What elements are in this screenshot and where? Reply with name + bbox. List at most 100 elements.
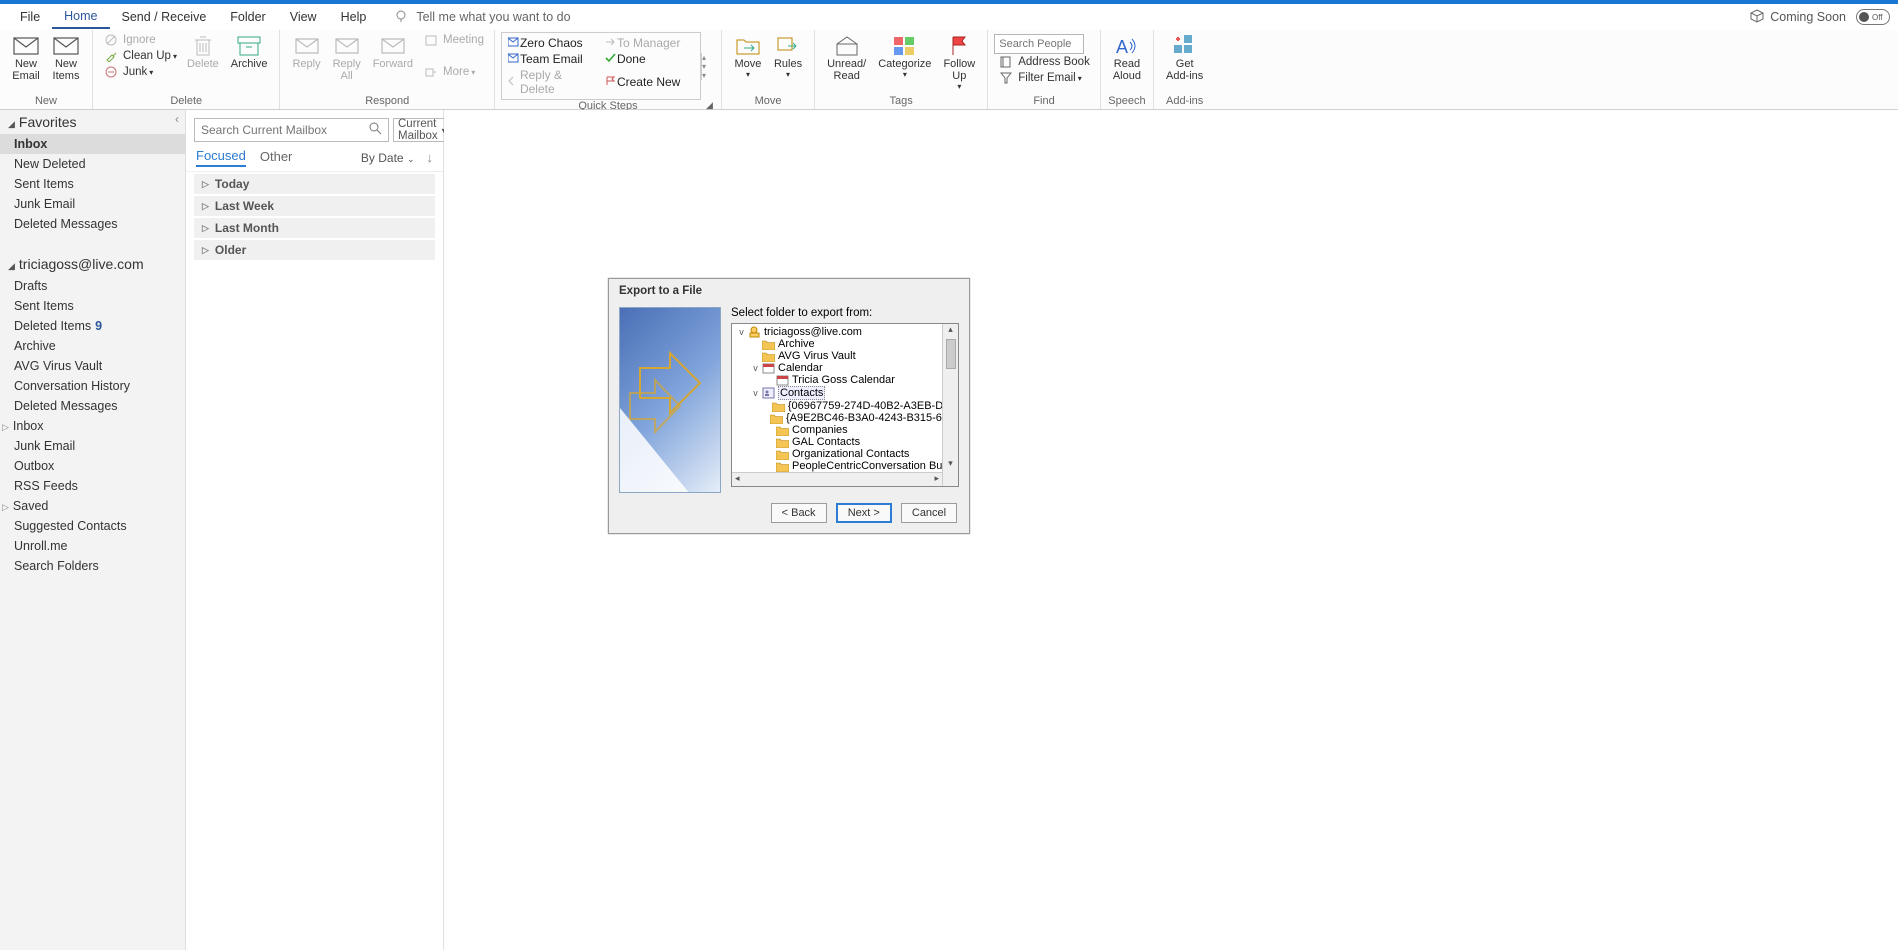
tree-node-label: GAL Contacts <box>792 436 860 448</box>
categorize-button[interactable]: Categorize▾ <box>872 32 937 81</box>
tree-node-calendar[interactable]: vCalendar <box>736 362 956 374</box>
cal-icon <box>775 374 789 386</box>
quick-steps-expand[interactable]: ▴▾▾ <box>701 53 715 80</box>
tree-twisty-icon[interactable]: v <box>736 327 747 337</box>
rules-button[interactable]: Rules▾ <box>768 32 808 81</box>
tree-node-avg-virus-vault[interactable]: AVG Virus Vault <box>736 350 956 362</box>
nav-item-junk-email[interactable]: Junk Email <box>0 194 185 214</box>
tree-node-tricia-goss-calendar[interactable]: Tricia Goss Calendar <box>736 374 956 386</box>
scroll-down-icon[interactable]: ▾ <box>943 458 958 472</box>
tree-node-organizational-contacts[interactable]: Organizational Contacts <box>736 448 956 460</box>
nav-item-suggested-contacts[interactable]: Suggested Contacts <box>0 516 185 536</box>
nav-item-inbox[interactable]: Inbox <box>0 134 185 154</box>
tree-node-companies[interactable]: Companies <box>736 424 956 436</box>
menu-view[interactable]: View <box>278 6 329 28</box>
sort-by-button[interactable]: By Date ⌄ <box>361 151 415 165</box>
back-button[interactable]: < Back <box>771 503 827 523</box>
tree-node-archive[interactable]: Archive <box>736 338 956 350</box>
envelope-icon <box>12 34 40 58</box>
date-group-today[interactable]: Today <box>194 174 435 194</box>
tell-me-search[interactable]: Tell me what you want to do <box>394 9 570 26</box>
nav-item-conversation-history[interactable]: Conversation History <box>0 376 185 396</box>
nav-item-deleted-messages[interactable]: Deleted Messages <box>0 396 185 416</box>
menu-file[interactable]: File <box>8 6 52 28</box>
delete-button[interactable]: Delete <box>181 32 225 72</box>
junk-button[interactable]: Junk▾ <box>99 64 181 80</box>
tree-hscrollbar[interactable]: ◂▸ <box>732 472 942 486</box>
tab-focused[interactable]: Focused <box>196 148 246 167</box>
coming-soon-toggle[interactable]: Off <box>1856 9 1890 25</box>
next-button[interactable]: Next > <box>836 503 892 523</box>
read-aloud-button[interactable]: ARead Aloud <box>1107 32 1147 84</box>
quick-steps-gallery[interactable]: Zero Chaos To Manager Team Email Done Re… <box>501 32 701 100</box>
reply-all-button[interactable]: Reply All <box>327 32 367 84</box>
more-respond-button[interactable]: More▾ <box>419 64 488 80</box>
nav-item-avg-virus-vault[interactable]: AVG Virus Vault <box>0 356 185 376</box>
unread-read-button[interactable]: Unread/ Read <box>821 32 872 84</box>
filter-email-button[interactable]: Filter Email▾ <box>994 70 1094 86</box>
nav-item-new-deleted[interactable]: New Deleted <box>0 154 185 174</box>
cleanup-button[interactable]: Clean Up▾ <box>99 48 181 64</box>
nav-item-sent-items[interactable]: Sent Items <box>0 296 185 316</box>
nav-item-deleted-items[interactable]: Deleted Items9 <box>0 316 185 336</box>
broom-icon <box>103 49 119 63</box>
coming-soon[interactable]: Coming Soon Off <box>1750 9 1890 26</box>
menu-folder[interactable]: Folder <box>218 6 277 28</box>
ignore-button[interactable]: Ignore <box>99 32 181 48</box>
scroll-left-icon[interactable]: ◂ <box>735 473 740 486</box>
tree-twisty-icon[interactable]: v <box>750 388 761 398</box>
sort-direction-icon[interactable]: ↓ <box>427 150 434 165</box>
nav-item-outbox[interactable]: Outbox <box>0 456 185 476</box>
scroll-right-icon[interactable]: ▸ <box>934 473 939 486</box>
tree-node-gal-contacts[interactable]: GAL Contacts <box>736 436 956 448</box>
scroll-thumb[interactable] <box>946 339 956 369</box>
search-icon[interactable] <box>362 121 388 140</box>
meeting-button[interactable]: Meeting <box>419 32 488 48</box>
tree-node-peoplecentricconversatio[interactable]: PeopleCentricConversation Bud <box>736 460 956 472</box>
nav-item-sent-items[interactable]: Sent Items <box>0 174 185 194</box>
scroll-up-icon[interactable]: ▴ <box>943 324 958 338</box>
nav-item-drafts[interactable]: Drafts <box>0 276 185 296</box>
nav-item-saved[interactable]: Saved <box>0 496 185 516</box>
search-people-input[interactable] <box>994 34 1084 54</box>
address-book-button[interactable]: Address Book <box>994 54 1094 70</box>
search-mailbox-input[interactable] <box>194 118 389 142</box>
forward-button[interactable]: Forward <box>367 32 419 72</box>
nav-item-archive[interactable]: Archive <box>0 336 185 356</box>
nav-item-rss-feeds[interactable]: RSS Feeds <box>0 476 185 496</box>
nav-item-junk-email[interactable]: Junk Email <box>0 436 185 456</box>
folder-tree[interactable]: vtriciagoss@live.comArchiveAVG Virus Vau… <box>731 323 959 487</box>
nav-item-unroll.me[interactable]: Unroll.me <box>0 536 185 556</box>
search-scope-dropdown[interactable]: Current Mailbox▾ <box>393 118 451 142</box>
menu-help[interactable]: Help <box>329 6 379 28</box>
menu-send-receive[interactable]: Send / Receive <box>110 6 219 28</box>
tree-node--06967759-274d-40b2-a3eb[interactable]: {06967759-274D-40B2-A3EB-D7F <box>736 400 956 412</box>
date-group-last-month[interactable]: Last Month <box>194 218 435 238</box>
tree-node-contacts[interactable]: vContacts <box>736 386 956 400</box>
forward-arrow-icon <box>605 36 617 50</box>
categories-icon <box>891 34 919 58</box>
reply-button[interactable]: Reply <box>286 32 326 72</box>
get-addins-button[interactable]: Get Add-ins <box>1160 32 1209 84</box>
nav-item-search-folders[interactable]: Search Folders <box>0 556 185 576</box>
new-items-button[interactable]: New Items <box>46 32 86 84</box>
account-header[interactable]: triciagoss@live.com <box>0 252 185 276</box>
menu-home[interactable]: Home <box>52 5 109 29</box>
new-email-button[interactable]: New Email <box>6 32 46 84</box>
tree-node-label: Tricia Goss Calendar <box>792 374 895 386</box>
cancel-button[interactable]: Cancel <box>901 503 957 523</box>
tree-node--a9e2bc46-b3a0-4243-b315[interactable]: {A9E2BC46-B3A0-4243-B315-60D <box>736 412 956 424</box>
follow-up-button[interactable]: Follow Up▾ <box>937 32 981 93</box>
tab-other[interactable]: Other <box>260 149 293 166</box>
tree-twisty-icon[interactable]: v <box>750 363 761 373</box>
archive-button[interactable]: Archive <box>225 32 274 72</box>
favorites-header[interactable]: Favorites <box>0 110 185 134</box>
collapse-nav-icon[interactable]: ‹ <box>175 112 179 126</box>
nav-item-deleted-messages[interactable]: Deleted Messages <box>0 214 185 234</box>
tree-node-triciagoss-live-com[interactable]: vtriciagoss@live.com <box>736 326 956 338</box>
nav-item-inbox[interactable]: Inbox <box>0 416 185 436</box>
move-button[interactable]: Move▾ <box>728 32 768 81</box>
date-group-older[interactable]: Older <box>194 240 435 260</box>
tree-vscrollbar[interactable]: ▴ ▾ <box>942 324 958 486</box>
date-group-last-week[interactable]: Last Week <box>194 196 435 216</box>
